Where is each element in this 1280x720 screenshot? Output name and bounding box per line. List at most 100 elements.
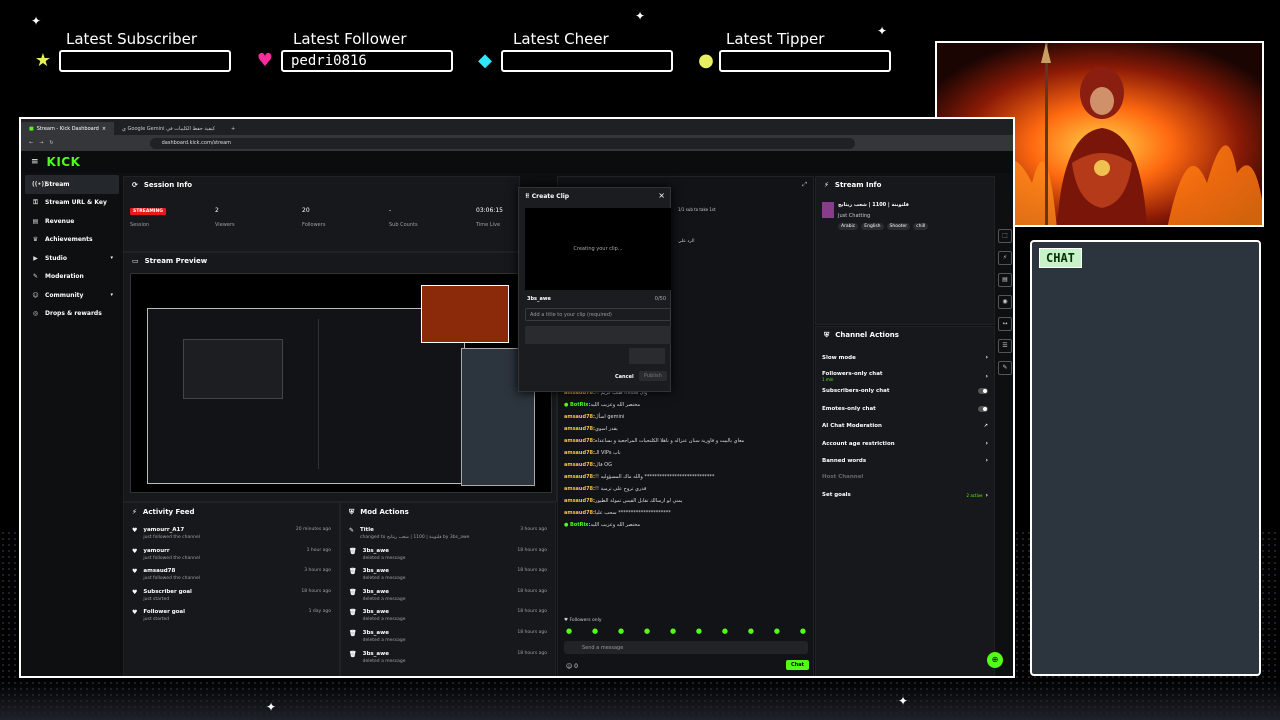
heart-icon: ♥ [132,588,138,596]
trash-icon: 🗑 [349,650,357,658]
stream-preview-video[interactable] [130,273,552,493]
activity-item: ♥ Subscriber goal just started [132,589,192,602]
sidebar-item[interactable]: ▤ Revenue [25,212,119,231]
stream-preview-header: ▭ Stream Preview [132,257,208,265]
sidebar-item[interactable]: ◎ Drops & rewards [25,305,119,324]
channel-action-row[interactable]: Emotes-only chat [822,405,988,412]
stream-tag[interactable]: Arabic [838,223,859,230]
sidebar-item[interactable]: ☺ Community ▾ [25,286,119,305]
channel-action-row[interactable]: Followers-only chat 1 min › [822,371,988,382]
tab-gemini[interactable]: ي Google Gemini كيفية حفظ الكليبات في [114,122,223,135]
channel-action-control[interactable]: › [986,354,988,361]
chat-username[interactable]: amsaud78: [564,426,595,432]
session-info-card: ⟳ Session Info STREAMING Session 2 Viewers … [123,176,520,252]
chat-user-count: ☺ 0 [566,663,578,670]
channel-action-row[interactable]: AI Chat Moderation ↗ [822,423,988,429]
channel-action-row[interactable]: Banned words › [822,457,988,464]
forward-icon[interactable]: → [39,140,43,146]
stream-tag[interactable]: English [861,223,884,230]
close-icon[interactable]: × [102,126,106,132]
stream-tag[interactable]: chill [913,223,929,230]
clip-timeline[interactable] [525,326,671,344]
mod-action-name: 3bs_awe [362,609,389,616]
tool-icon[interactable]: ☰ [998,339,1012,353]
channel-action-control[interactable]: ↗ [984,423,988,429]
preview-nested-chat [318,319,378,469]
chat-username[interactable]: amsaud78: [564,474,595,480]
toggle-switch[interactable] [978,388,988,395]
channel-action-control[interactable]: 2 active › [967,492,988,499]
stream-info-card: ⚡ Stream Info قلتوبنة | 1100 | شعب ريثابج… [815,176,995,325]
back-icon[interactable]: ← [29,140,33,146]
chevron-down-icon[interactable]: ▾ [110,255,113,261]
clip-cancel-button[interactable]: Cancel [615,374,634,380]
chat-username[interactable]: amsaud78: [564,438,595,444]
chat-username[interactable]: amsaud78: [564,462,595,468]
stream-tags: Arabic English Shooter chill [838,223,929,230]
new-tab-button[interactable]: + [223,122,243,135]
mod-action-time: 18 hours ago [517,588,547,594]
tool-icon[interactable]: ✎ [998,361,1012,375]
send-message-input[interactable]: Send a message [564,641,808,654]
chat-text: معاي بالبيت و فاورية سنان عنزاله و ناهلا… [595,438,745,444]
chat-username[interactable]: amsaud78: [564,414,595,420]
channel-action-row[interactable]: Account age restriction › [822,440,988,447]
chat-username[interactable]: amsaud78: [564,498,595,504]
mod-action-detail: deleted a message [362,638,406,643]
kick-logo[interactable]: KICK [47,155,81,169]
tool-icon[interactable]: ◉ [998,295,1012,309]
chat-username[interactable]: BotRix: [570,522,590,528]
channel-action-control[interactable] [978,388,988,395]
toggle-switch[interactable] [978,405,988,412]
chat-username[interactable]: amsaud78: [564,486,595,492]
chevron-down-icon[interactable]: ▾ [110,292,113,298]
mod-action-name: 3bs_awe [362,630,389,636]
chat-username[interactable]: amsaud78: [564,450,595,456]
help-fab-button[interactable]: ⊕ [987,652,1003,668]
chat-send-button[interactable]: Chat [786,660,809,670]
popout-icon[interactable]: ⤢ [802,181,807,189]
reload-icon[interactable]: ↻ [49,140,53,146]
stream-tag[interactable]: Shooter [886,223,911,230]
channel-actions-card: ⛨ Channel Actions Slow mode › Followers-onl… [815,326,995,676]
chat-message: amsaud78:!! والله ماك المسؤوليه ********… [564,474,714,480]
channel-action-control[interactable] [978,405,988,412]
preview-webcam [421,285,509,343]
channel-action-row[interactable]: Host Channel [822,474,988,480]
channel-action-control[interactable]: › [986,457,988,464]
url-field[interactable]: dashboard.kick.com/stream [149,137,855,149]
chat-username[interactable]: BotRix: [570,402,590,408]
tab-kick-dashboard[interactable]: ■ Stream - Kick Dashboard × [21,122,115,135]
activity-feed-card: ⚡ Activity Feed ♥ yamourr_A17 just followed… [123,502,340,676]
clip-title-input[interactable]: Add a title to your clip (required) [525,308,671,321]
tool-icon[interactable]: ⬚ [998,229,1012,243]
sparkle-icon: ✦ [898,694,909,708]
emote-bar[interactable]: ● ● ● ● ● ● ● ● ● ● [566,627,806,635]
kick-favicon-icon: ■ [29,125,34,132]
clip-publish-button[interactable]: Publish [639,371,667,381]
tool-icon[interactable]: ⚡ [998,251,1012,265]
chat-overlay-panel: CHAT [1030,240,1261,676]
sidebar-item-label: Stream URL & Key [45,199,107,207]
channel-action-row[interactable]: Set goals 2 active › [822,492,988,499]
sidebar-item[interactable]: ✎ Moderation [25,268,119,287]
mod-action-item: 🗑 3bs_awe deleted a message [349,548,406,561]
activity-item-name: yamourr [143,547,170,554]
menu-icon[interactable]: ≡ [31,157,39,167]
create-clip-title: ⠿ Create Clip [525,193,570,200]
close-icon[interactable]: × [658,191,665,200]
sidebar-item[interactable]: ♛ Achievements [25,231,119,250]
sidebar-item[interactable]: ⚿ Stream URL & Key [25,194,119,213]
channel-action-row[interactable]: Slow mode › [822,354,988,361]
channel-action-control[interactable]: › [986,373,988,380]
tool-icon[interactable]: ▤ [998,273,1012,287]
chat-text: !! والله ماك المسؤوليه *****************… [595,474,715,480]
channel-action-row[interactable]: Subscribers-only chat [822,388,988,395]
tool-icon[interactable]: ↔ [998,317,1012,331]
chat-username[interactable]: amsaud78: [564,510,595,516]
chevron-right-icon: › [985,440,988,447]
sidebar-item[interactable]: ▶ Studio ▾ [25,249,119,268]
clip-title-count: 0/50 [654,296,666,302]
channel-action-control[interactable]: › [986,440,988,447]
sidebar-item[interactable]: ((•)) Stream [25,175,119,194]
